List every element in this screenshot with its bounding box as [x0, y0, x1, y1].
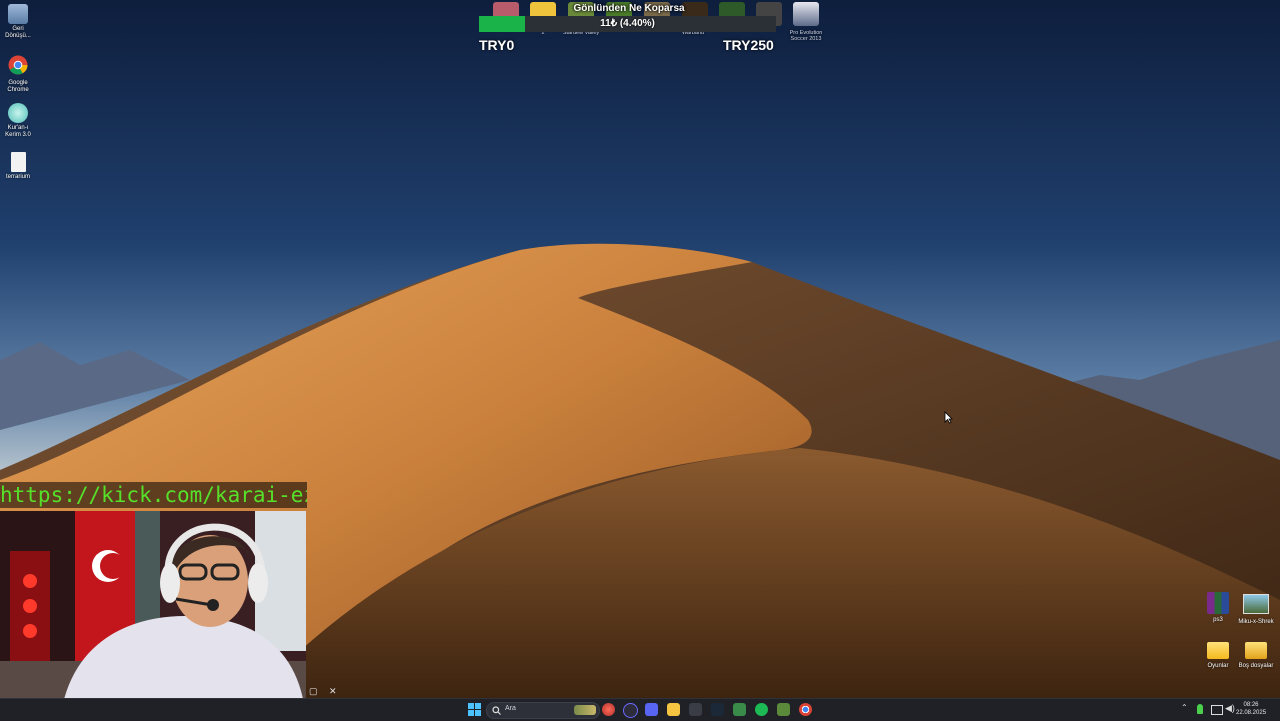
donation-goal-min: TRY0 — [479, 37, 515, 53]
desktop-icon-quran[interactable]: Kur'an-ı Kerim 3.0 — [0, 103, 36, 139]
notepad-icon[interactable] — [733, 703, 746, 716]
text-file-icon — [10, 152, 26, 172]
chrome-alt-icon[interactable] — [602, 703, 615, 716]
discord-icon[interactable] — [645, 703, 658, 716]
webcam-feed — [0, 511, 306, 720]
desktop-icon-label: Kur'an-ı Kerim 3.0 — [5, 125, 31, 138]
desktop-icon-label: terrarium — [5, 174, 30, 180]
desktop-icon-label: Boş dosyalar — [1238, 663, 1274, 669]
obs-icon[interactable] — [623, 703, 638, 718]
donation-goal-amount: 11₺ (4.40%) — [600, 18, 655, 29]
taskbar-clock[interactable]: 08:26 22.08.2025 — [1236, 701, 1266, 717]
desktop-icon-recycle-bin[interactable]: Geri Dönüşü... — [0, 4, 36, 40]
file-explorer-icon[interactable] — [667, 703, 680, 716]
search-icon — [492, 706, 501, 715]
pes-2013-icon[interactable] — [793, 2, 819, 26]
donation-goal-max: TRY250 — [723, 37, 774, 53]
chrome-icon[interactable] — [799, 703, 812, 716]
start-icon[interactable] — [468, 703, 481, 716]
winrar-archive-icon — [1207, 592, 1229, 614]
restore-window-icon[interactable]: ▢ — [309, 686, 318, 697]
location-icon[interactable] — [1197, 704, 1203, 714]
taskbar-date: 22.08.2025 — [1236, 710, 1267, 716]
mouse-cursor-icon — [944, 411, 953, 424]
close-icon[interactable]: ✕ — [329, 686, 337, 697]
taskbar-search-placeholder: Ara — [505, 705, 516, 712]
volume-icon[interactable]: ◀) — [1225, 703, 1235, 714]
taskbar: Ara ⌃ ◀) 08:26 22.08.2025 — [0, 698, 1280, 721]
game-caption: Pro Evolution Soccer 2013 — [789, 30, 823, 42]
desktop-icon-google-chrome[interactable]: Google Chrome — [0, 55, 36, 94]
now-playing-title: Gönlünden Ne Koparsa — [573, 3, 685, 14]
taskbar-search-box[interactable]: Ara — [486, 702, 600, 719]
donation-goal-overlay: 2 Stardew Valley Warband Pro Evolution S… — [476, 0, 828, 56]
calculator-icon[interactable] — [689, 703, 702, 716]
network-icon[interactable] — [1211, 705, 1223, 715]
minecraft-icon[interactable] — [777, 703, 790, 716]
desktop-icon-label: Geri Dönüşü... — [5, 26, 31, 39]
desktop-icon-miku-x-shrek[interactable]: Miku-x-Shrek — [1234, 592, 1278, 626]
kick-channel-link: https://kick.com/karai-ez — [0, 482, 307, 508]
quran-app-icon — [8, 103, 28, 123]
image-file-icon — [1243, 594, 1269, 614]
taskbar-time: 08:26 — [1243, 702, 1259, 708]
chrome-icon — [8, 55, 28, 75]
search-highlight-icon — [574, 705, 596, 715]
desktop-icon-bos-dosyalar[interactable]: Boş dosyalar — [1234, 642, 1278, 670]
desktop-icon-terrarium[interactable]: terrarium — [0, 152, 36, 181]
steam-icon[interactable] — [711, 703, 724, 716]
chevron-up-icon[interactable]: ⌃ — [1181, 703, 1188, 712]
spotify-icon[interactable] — [755, 703, 768, 716]
desktop-icon-label: Google Chrome — [7, 80, 29, 93]
recycle-bin-icon — [8, 4, 28, 24]
folder-icon — [1207, 642, 1229, 659]
folder-icon — [1245, 642, 1267, 659]
donation-goal-bar: 11₺ (4.40%) — [479, 16, 776, 32]
desktop-icon-label: Miku-x-Shrek — [1238, 619, 1274, 625]
